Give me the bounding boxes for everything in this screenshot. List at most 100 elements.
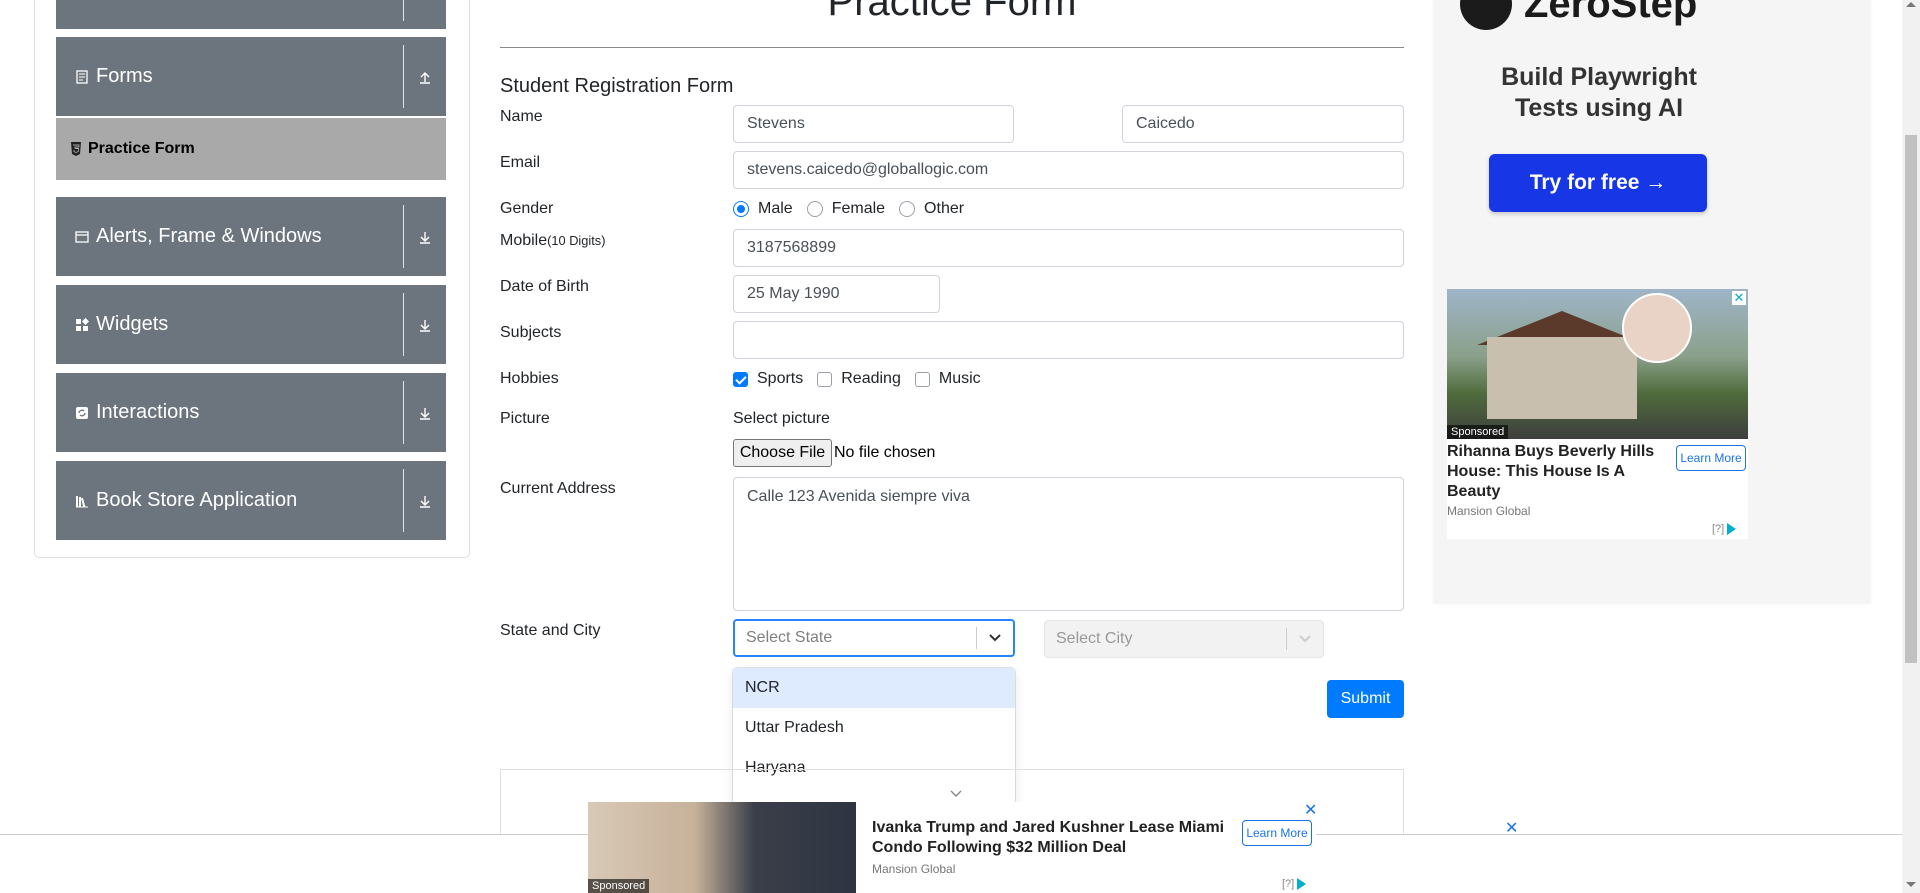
checkbox[interactable] (733, 371, 748, 387)
gender-option-female[interactable]: Female (806, 200, 886, 218)
title-divider (500, 47, 1404, 48)
hobbies-label: Hobbies (500, 370, 559, 387)
learn-more-button[interactable]: Learn More (1242, 820, 1312, 846)
choose-file-button[interactable]: Choose File (733, 439, 832, 467)
celebrity-portrait (1622, 293, 1692, 363)
zerostep-headline-line: Tests using AI (1514, 94, 1684, 122)
ad-source: Mansion Global (1447, 504, 1531, 518)
scroll-down-arrow-icon[interactable] (1906, 882, 1916, 887)
radio-button[interactable] (733, 201, 749, 217)
zerostep-logo-icon (1460, 0, 1512, 30)
sidebar-group-elements[interactable] (56, 0, 446, 29)
ad-headline[interactable]: Ivanka Trump and Jared Kushner Lease Mia… (872, 818, 1232, 858)
radio-button[interactable] (899, 201, 916, 217)
scrollbar-thumb[interactable] (1905, 135, 1917, 663)
file-status: No file chosen (834, 444, 936, 461)
state-select[interactable]: Select State (733, 619, 1015, 657)
submit-button[interactable]: Submit (1327, 680, 1404, 718)
picture-label: Picture (500, 410, 550, 427)
chevron-down-icon[interactable] (977, 633, 1013, 643)
gender-option-label: Female (831, 200, 886, 217)
sidebar-group-widgets[interactable]: Widgets (56, 285, 446, 364)
email-label: Email (500, 154, 541, 171)
adchoices-text: [?] (1282, 878, 1295, 890)
house-picture (1487, 337, 1637, 419)
hobby-option-reading[interactable]: Reading (817, 370, 901, 388)
hobby-option-music[interactable]: Music (914, 370, 981, 388)
address-label: Current Address (500, 480, 616, 497)
sidebar-group-label: Widgets (96, 313, 169, 335)
collapse-arrow-icon[interactable] (412, 37, 438, 116)
mobile-label-text: Mobile (500, 232, 548, 249)
scroll-up-arrow-icon[interactable] (1906, 2, 1916, 7)
ad-image[interactable]: Sponsored (588, 802, 856, 893)
expand-arrow-icon[interactable] (412, 0, 438, 29)
books-icon (74, 493, 90, 509)
bottom-sponsored-ad[interactable]: Sponsored Ivanka Trump and Jared Kushner… (588, 800, 1317, 893)
zerostep-headline: Build Playwright Tests using AI (1434, 62, 1764, 124)
sponsored-tag: Sponsored (1447, 425, 1509, 439)
page-title: Practice Form (827, 0, 1077, 24)
expand-arrow-icon[interactable] (412, 373, 438, 452)
last-name-input[interactable]: Caicedo (1122, 105, 1404, 143)
chevron-down-icon[interactable] (1287, 634, 1323, 644)
sidebar-group-label: Forms (96, 65, 153, 87)
adchoices-badge[interactable]: [?] (1282, 878, 1307, 890)
hobbies-checkbox-group: Sports Reading Music (733, 370, 995, 388)
widgets-icon (74, 317, 90, 333)
current-address-textarea[interactable]: Calle 123 Avenida siempre viva (733, 477, 1404, 611)
zerostep-brand: ZeroStep (1524, 0, 1698, 26)
gender-option-label: Male (758, 200, 793, 217)
ad-image[interactable]: Sponsored ✕ (1447, 289, 1748, 439)
form-heading: Student Registration Form (500, 75, 734, 97)
sidebar-group-alerts[interactable]: Alerts, Frame & Windows (56, 197, 446, 276)
document-icon (74, 69, 90, 85)
first-name-input[interactable]: Stevens (733, 105, 1014, 143)
dropdown-option[interactable]: NCR (733, 668, 1015, 708)
adchoices-badge[interactable]: [?] (1712, 523, 1737, 535)
group-divider (403, 45, 404, 108)
hobby-option-label: Sports (757, 370, 804, 387)
state-select-placeholder: Select State (746, 629, 833, 646)
try-for-free-button[interactable]: Try for free → (1489, 154, 1707, 212)
window-icon (74, 229, 90, 245)
email-input[interactable]: stevens.caicedo@globallogic.com (733, 151, 1404, 189)
adchoices-icon (1297, 878, 1307, 890)
sidebar-group-label: Interactions (96, 401, 200, 423)
sidebar-group-forms[interactable]: Forms (56, 37, 446, 116)
date-of-birth-input[interactable]: 25 May 1990 (733, 275, 940, 313)
gender-option-male[interactable]: Male (733, 200, 793, 218)
dropdown-option[interactable]: Uttar Pradesh (733, 708, 1015, 748)
expand-arrow-icon[interactable] (412, 197, 438, 276)
radio-button[interactable] (806, 201, 823, 217)
group-divider (403, 381, 404, 444)
city-select[interactable]: Select City (1044, 620, 1324, 658)
gender-option-label: Other (924, 200, 965, 217)
sidebar-group-label: Alerts, Frame & Windows (96, 225, 322, 247)
sidebar-group-book-store[interactable]: Book Store Application (56, 461, 446, 540)
mobile-hint: (10 Digits) (547, 233, 606, 248)
close-icon[interactable]: ✕ (1304, 800, 1317, 820)
sidebar-group-label: Book Store Application (96, 489, 298, 511)
subjects-input[interactable] (733, 321, 1404, 359)
sidebar-group-interactions[interactable]: Interactions (56, 373, 446, 452)
checkbox[interactable] (817, 371, 833, 387)
close-icon[interactable]: ✕ (1505, 818, 1518, 838)
group-divider (403, 205, 404, 268)
expand-arrow-icon[interactable] (412, 285, 438, 364)
subjects-label: Subjects (500, 324, 562, 341)
zerostep-logo[interactable]: ZeroStep (1460, 0, 1697, 30)
gender-option-other[interactable]: Other (899, 200, 964, 218)
sidebar-item-practice-form[interactable]: Practice Form (56, 118, 446, 180)
hobby-option-sports[interactable]: Sports (733, 370, 803, 388)
ad-headline[interactable]: Rihanna Buys Beverly Hills House: This H… (1447, 442, 1669, 502)
adchoices-text: [?] (1712, 523, 1725, 535)
mobile-input[interactable]: 3187568899 (733, 229, 1404, 267)
ad-source: Mansion Global (872, 862, 956, 876)
learn-more-button[interactable]: Learn More (1676, 445, 1746, 471)
close-icon[interactable]: ✕ (1732, 291, 1746, 305)
hobby-option-label: Music (938, 370, 981, 387)
checkbox[interactable] (914, 371, 930, 387)
gender-radio-group: Male Female Other (733, 200, 978, 218)
expand-arrow-icon[interactable] (412, 461, 438, 540)
